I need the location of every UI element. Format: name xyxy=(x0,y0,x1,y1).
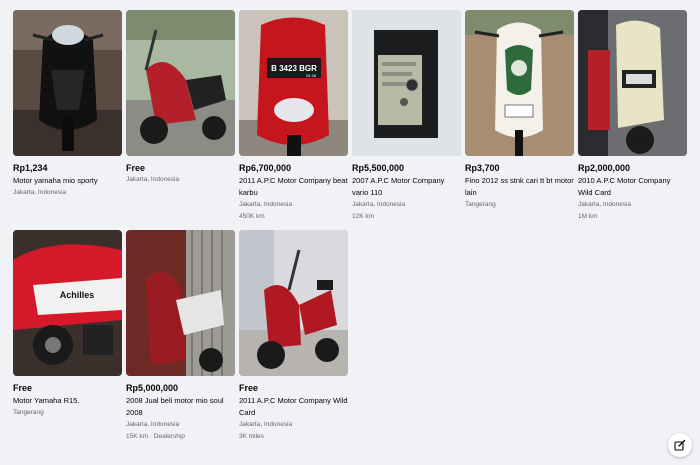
listing-location: Jakarta, Indonesia xyxy=(352,201,406,208)
document-photo xyxy=(352,10,461,156)
listing-location: Jakarta, Indonesia xyxy=(126,421,180,428)
listing-location: Tangerang xyxy=(465,201,496,208)
listing-price: Free xyxy=(126,163,146,173)
listing-photo[interactable] xyxy=(239,230,348,376)
listing-price: Free xyxy=(239,383,259,393)
decal-text: Achilles xyxy=(60,290,95,300)
license-plate-text: B 3423 BGR xyxy=(271,64,317,73)
listing-card[interactable]: Free 2011 A.P.C Motor Company Wild Card … xyxy=(239,230,348,442)
motorcycle-photo xyxy=(13,10,122,156)
listing-title: 2007 A.P.C Motor Company vario 110 xyxy=(352,176,445,197)
motorcycle-photo xyxy=(465,10,574,156)
listing-card[interactable]: Rp5,500,000 2007 A.P.C Motor Company var… xyxy=(352,10,461,222)
listing-title: 2011 A.P.C Motor Company Wild Card xyxy=(239,396,348,417)
listing-price: Free xyxy=(13,383,33,393)
listing-mileage: 450K km xyxy=(239,213,265,220)
listing-photo[interactable] xyxy=(126,230,235,376)
listing-price: Rp5,000,000 xyxy=(126,383,179,393)
listing-photo[interactable] xyxy=(352,10,461,156)
listing-title: 2008 Jual beli motor mio soul 2008 xyxy=(126,396,224,417)
listing-card[interactable]: Rp5,000,000 2008 Jual beli motor mio sou… xyxy=(126,230,235,442)
listing-card[interactable]: Rp3,700 Fino 2012 ss stnk cari tt bt mot… xyxy=(465,10,574,222)
license-plate-date: 03·28 xyxy=(306,73,317,78)
listing-location: Jakarta, Indonesia xyxy=(578,201,632,208)
listing-photo[interactable]: Achilles xyxy=(13,230,122,376)
listing-card[interactable]: Free Jakarta, Indonesia xyxy=(126,10,235,222)
motorcycle-photo xyxy=(126,10,235,156)
listing-price: Rp6,700,000 xyxy=(239,163,292,173)
listing-location: Jakarta, Indonesia xyxy=(13,189,67,196)
listing-mileage: 15K km · Dealership xyxy=(126,433,185,440)
listing-mileage: 1M km xyxy=(578,213,598,220)
listing-photo[interactable]: B 3423 BGR 03·28 xyxy=(239,10,348,156)
motorcycle-photo xyxy=(126,230,235,376)
listing-card[interactable]: Rp2,000,000 2010 A.P.C Motor Company Wil… xyxy=(578,10,687,222)
listing-photo[interactable] xyxy=(465,10,574,156)
listing-location: Tangerang xyxy=(13,409,44,416)
listing-photo[interactable] xyxy=(126,10,235,156)
listing-price: Rp2,000,000 xyxy=(578,163,631,173)
listing-title: Motor yamaha mio sporty xyxy=(13,176,98,185)
listing-title: Motor Yamaha R15. xyxy=(13,396,80,405)
motorcycle-photo xyxy=(578,10,687,156)
listing-mileage: 3K miles xyxy=(239,433,264,440)
listing-location: Jakarta, Indonesia xyxy=(126,176,180,183)
listing-photo[interactable] xyxy=(578,10,687,156)
motorcycle-photo xyxy=(239,230,348,376)
listing-price: Rp3,700 xyxy=(465,163,500,173)
listing-location: Jakarta, Indonesia xyxy=(239,201,293,208)
listing-mileage: 12K km xyxy=(352,213,375,220)
listing-grid: Rp1,234 Motor yamaha mio sporty Jakarta,… xyxy=(13,10,687,442)
compose-button[interactable] xyxy=(668,433,692,457)
listing-price: Rp5,500,000 xyxy=(352,163,405,173)
listing-card[interactable]: Rp1,234 Motor yamaha mio sporty Jakarta,… xyxy=(13,10,122,222)
listing-photo[interactable] xyxy=(13,10,122,156)
motorcycle-photo: Achilles xyxy=(13,230,122,376)
edit-icon xyxy=(674,439,686,451)
listing-location: Jakarta, Indonesia xyxy=(239,421,293,428)
listing-title: Fino 2012 ss stnk cari tt bt motor lain xyxy=(465,176,574,197)
listing-price: Rp1,234 xyxy=(13,163,48,173)
listing-card[interactable]: Achilles Free Motor Yamaha R15. Tangeran… xyxy=(13,230,122,442)
listing-card[interactable]: B 3423 BGR 03·28 Rp6,700,000 2011 A.P.C … xyxy=(239,10,348,222)
listing-title: 2011 A.P.C Motor Company beat karbu xyxy=(239,176,348,197)
motorcycle-photo: B 3423 BGR 03·28 xyxy=(239,10,348,156)
listing-title: 2010 A.P.C Motor Company Wild Card xyxy=(578,176,671,197)
